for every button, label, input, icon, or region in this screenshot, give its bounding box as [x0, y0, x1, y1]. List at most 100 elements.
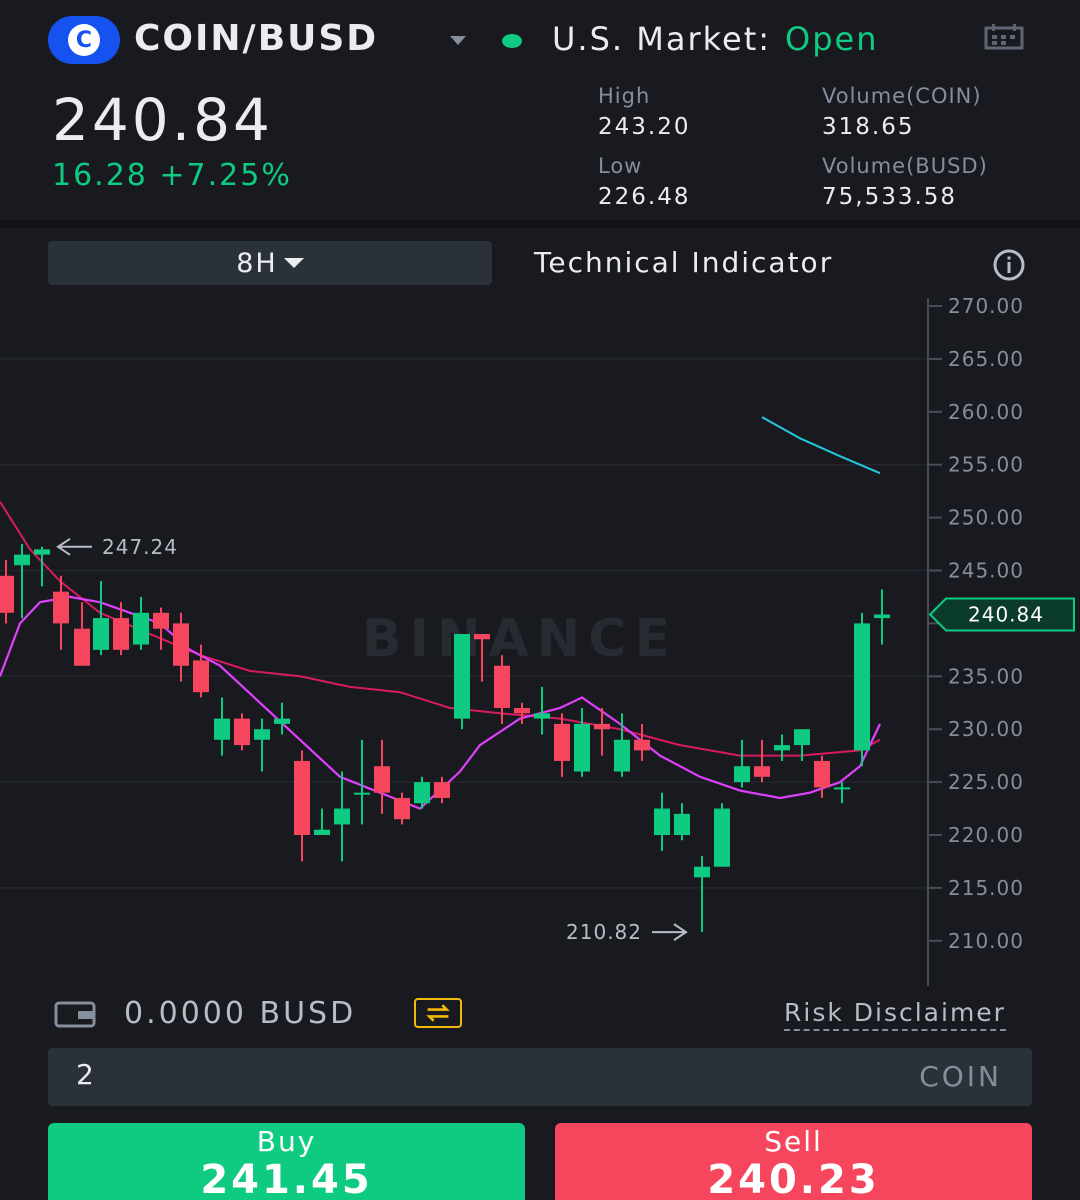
candle-body: [214, 718, 230, 740]
candle-body: [93, 618, 109, 650]
candle: [874, 589, 890, 645]
candle-body: [614, 739, 630, 772]
candle-body: [133, 612, 149, 645]
candle-body: [494, 665, 510, 709]
calendar-icon[interactable]: [984, 24, 1024, 50]
high-marker-arrow: [56, 537, 92, 556]
technical-indicator-button[interactable]: Technical Indicator: [534, 246, 833, 279]
candle-body: [694, 866, 710, 878]
candle-body: [434, 782, 450, 798]
chevron-down-icon[interactable]: [450, 36, 466, 45]
interval-label: 8H: [236, 247, 278, 279]
candle: [254, 718, 270, 772]
candle: [674, 803, 690, 841]
sell-label: Sell: [764, 1125, 823, 1158]
market-open-status: Open: [785, 20, 879, 58]
candle-body: [734, 766, 750, 783]
candle-body: [594, 723, 610, 730]
section-divider: [0, 220, 1080, 228]
candle: [814, 755, 830, 798]
pair-selector[interactable]: COIN/BUSD: [134, 18, 378, 59]
candle: [113, 602, 129, 656]
volume-busd-label: Volume(BUSD): [822, 154, 988, 178]
candle: [374, 739, 390, 814]
wallet-icon: [54, 1001, 96, 1028]
price-tick-label: 250.00: [948, 506, 1024, 530]
candle-body: [834, 787, 850, 790]
price-tick-label: 225.00: [948, 770, 1024, 794]
low-value: 226.48: [598, 184, 691, 210]
candle-body: [153, 612, 169, 629]
price-tick-label: 210.00: [948, 929, 1024, 953]
volume-busd-value: 75,533.58: [822, 184, 958, 210]
candle-body: [294, 760, 310, 835]
candle-body: [534, 713, 550, 719]
caret-down-icon: [283, 258, 304, 268]
candle-body: [14, 554, 30, 566]
candle-body: [514, 708, 530, 714]
quantity-input[interactable]: 2 COIN: [48, 1048, 1032, 1106]
candle: [334, 771, 350, 862]
candle-body: [173, 623, 189, 666]
candle: [74, 602, 90, 666]
candle-body: [113, 618, 129, 650]
candle: [454, 633, 470, 730]
binance-watermark: BINANCE: [362, 609, 678, 669]
candle: [93, 581, 109, 656]
candle: [214, 697, 230, 756]
high-value: 243.20: [598, 114, 691, 140]
risk-disclaimer-link[interactable]: Risk Disclaimer: [784, 998, 1006, 1031]
transfer-icon[interactable]: [414, 998, 462, 1028]
buy-button[interactable]: Buy 241.45: [48, 1123, 525, 1200]
high-label: High: [598, 84, 651, 108]
current-price-label: 240.84: [968, 603, 1044, 627]
candle-body: [654, 808, 670, 835]
sell-button[interactable]: Sell 240.23: [555, 1123, 1032, 1200]
last-price: 240.84: [52, 86, 273, 154]
candle-body: [314, 829, 330, 835]
price-tick-label: 255.00: [948, 453, 1024, 477]
volume-coin-label: Volume(COIN): [822, 84, 982, 108]
candle: [0, 559, 14, 624]
quantity-unit: COIN: [919, 1060, 1002, 1093]
info-icon[interactable]: [992, 248, 1026, 282]
candle: [834, 782, 850, 804]
candle: [554, 713, 570, 777]
price-tick-label: 260.00: [948, 400, 1024, 424]
candle-body: [754, 766, 770, 777]
candle: [614, 713, 630, 777]
candle-body: [74, 628, 90, 666]
volume-coin-value: 318.65: [822, 114, 915, 140]
candle: [694, 856, 710, 933]
market-header: C COIN/BUSD U.S. Market: Open 240.84 16.2…: [0, 0, 1080, 220]
candle: [434, 776, 450, 804]
market-label: U.S. Market:: [552, 20, 772, 58]
candle-body: [554, 723, 570, 761]
candle: [734, 739, 750, 788]
candle-body: [334, 808, 350, 825]
available-balance: 0.0000 BUSD: [124, 996, 357, 1031]
candle-body: [814, 760, 830, 788]
candle-body: [574, 723, 590, 772]
candle-body: [874, 614, 890, 619]
interval-selector[interactable]: 8H: [48, 241, 492, 285]
candle: [294, 750, 310, 862]
candle-body: [0, 575, 14, 613]
price-tick-label: 215.00: [948, 876, 1024, 900]
chart-toolbar: 8H Technical Indicator: [0, 228, 1080, 298]
wallet-row: 0.0000 BUSD Risk Disclaimer: [0, 988, 1080, 1044]
candle: [714, 803, 730, 867]
candle: [774, 734, 790, 761]
candle-body: [193, 660, 209, 693]
candle: [394, 792, 410, 825]
low-marker-arrow: [652, 923, 688, 941]
candle-body: [274, 718, 290, 724]
candle-body: [454, 633, 470, 719]
quantity-value[interactable]: 2: [76, 1058, 96, 1091]
price-tick-label: 245.00: [948, 559, 1024, 583]
candle: [14, 544, 30, 619]
price-chart[interactable]: BINANCE 270.00 265.00 260.00 255.00 250.00 24…: [0, 298, 1080, 986]
candle-body: [794, 729, 810, 746]
candle-body: [714, 808, 730, 867]
candle-body: [53, 591, 69, 624]
